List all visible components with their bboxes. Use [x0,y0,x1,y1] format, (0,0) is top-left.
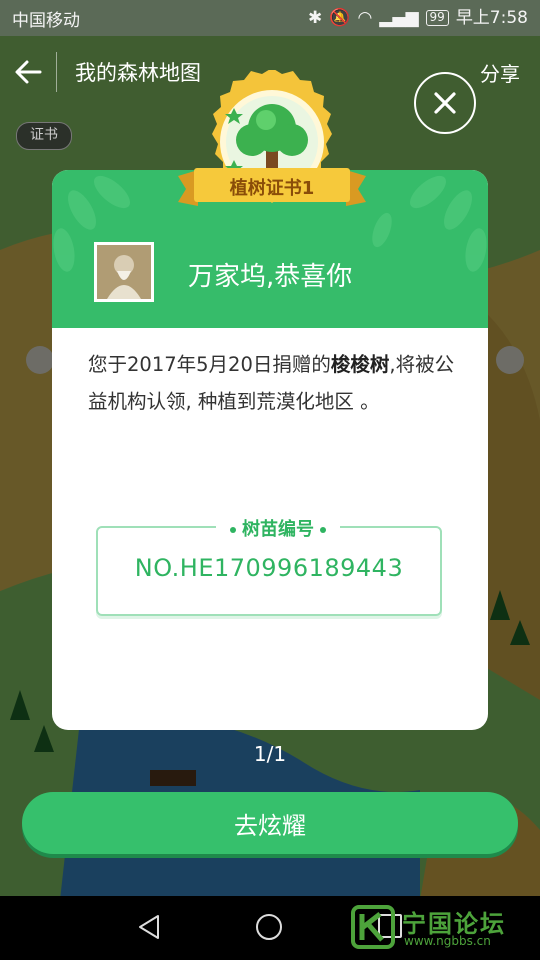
wifi-icon: ◠ [357,7,373,28]
show-off-button[interactable]: 去炫耀 [22,792,518,854]
status-bar: 中国移动 ✱ 🔕 ◠ ▂▄▆ 99 早上7:58 [0,0,540,36]
back-arrow-icon [15,60,42,84]
seedling-number-label: 树苗编号 [216,515,340,541]
avatar [94,242,154,302]
tree-name: 梭梭树 [330,353,390,376]
carrier-label: 中国移动 [12,10,80,31]
tree-badge-icon [178,68,366,206]
message-prefix: 您于2017年5月20日捐赠的 [88,353,331,376]
certificate-message: 您于2017年5月20日捐赠的梭梭树,将被公益机构认领, 种植到荒漠化地区 。 [88,346,458,420]
close-button[interactable] [414,72,476,134]
bluetooth-icon: ✱ [308,7,323,28]
badge-title: 植树证书1 [229,178,315,199]
signal-icon: ▂▄▆ [379,7,419,28]
certificate-card: 万家坞,恭喜你 您于2017年5月20日捐赠的梭梭树,将被公益机构认领, 种植到… [52,170,488,730]
battery-indicator: 99 [425,10,449,26]
watermark-logo-icon [351,905,395,949]
back-button[interactable] [0,36,56,108]
page-indicator: 1/1 [253,742,287,766]
share-button[interactable]: 分享 [480,58,520,87]
certificate-badge: 植树证书1 [172,68,372,230]
mute-icon: 🔕 [329,7,351,28]
seedling-number-box: 树苗编号 NO.HE170996189443 [96,515,442,616]
watermark: 宁国论坛 www.ngbbs.cn [350,902,530,952]
certificate-chip[interactable]: 证书 [16,122,72,150]
seedling-number: NO.HE170996189443 [134,554,404,582]
nav-divider [56,52,57,92]
close-icon [434,92,456,114]
watermark-url: www.ngbbs.cn [404,934,491,948]
clock: 早上7:58 [455,7,528,28]
nav-back-icon[interactable] [136,914,162,940]
nav-home-icon[interactable] [256,914,282,940]
greeting: 万家坞,恭喜你 [188,262,353,292]
